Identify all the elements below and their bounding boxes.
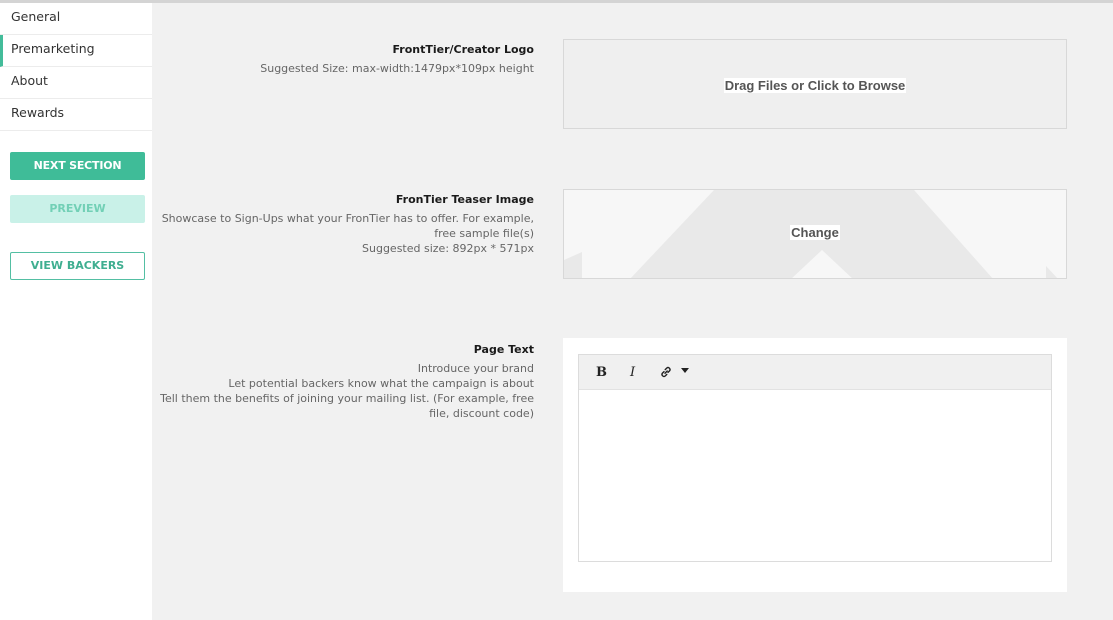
top-border [0, 0, 1113, 3]
logo-dropzone[interactable]: Drag Files or Click to Browse [563, 39, 1067, 129]
italic-button[interactable]: I [630, 355, 635, 390]
page-text-label-block: Page Text Introduce your brand Let poten… [160, 342, 534, 421]
next-section-button[interactable]: NEXT SECTION [10, 152, 145, 180]
teaser-title: FronTier Teaser Image [395, 193, 534, 206]
page-text-description-line: file, discount code) [429, 407, 534, 420]
editor-content-area[interactable] [579, 390, 1051, 561]
page-text-description-line: Tell them the benefits of joining your m… [160, 392, 534, 405]
dropzone-text: Drag Files or Click to Browse [723, 78, 907, 93]
link-icon[interactable] [659, 365, 673, 380]
page-text-description-line: Let potential backers know what the camp… [228, 377, 534, 390]
rich-text-editor: B I [578, 354, 1052, 562]
page-text-title: Page Text [473, 343, 534, 356]
sidebar-item-general[interactable]: General [0, 3, 152, 35]
logo-hint: Suggested Size: max-width:1479px*109px h… [260, 62, 534, 75]
sidebar: General Premarketing About Rewards NEXT … [0, 3, 152, 620]
logo-label-block: FrontTier/Creator Logo Suggested Size: m… [260, 42, 534, 76]
teaser-description-line: Showcase to Sign-Ups what your FronTier … [161, 212, 534, 225]
bold-button[interactable]: B [596, 355, 607, 390]
sidebar-item-about[interactable]: About [0, 67, 152, 99]
sidebar-item-label: About [11, 73, 48, 88]
logo-title: FrontTier/Creator Logo [392, 43, 534, 56]
change-image-button[interactable]: Change [790, 225, 840, 240]
teaser-description-line: free sample file(s) [434, 227, 534, 240]
teaser-label-block: FronTier Teaser Image Showcase to Sign-U… [162, 192, 534, 256]
teaser-image-dropzone[interactable]: Change [563, 189, 1067, 279]
teaser-description-line: Suggested size: 892px * 571px [362, 242, 534, 255]
sidebar-item-label: General [11, 9, 61, 24]
view-backers-button[interactable]: VIEW BACKERS [10, 252, 145, 280]
sidebar-item-premarketing[interactable]: Premarketing [0, 35, 152, 67]
preview-button[interactable]: PREVIEW [10, 195, 145, 223]
editor-toolbar: B I [579, 355, 1051, 390]
sidebar-item-rewards[interactable]: Rewards [0, 99, 152, 131]
sidebar-item-label: Rewards [11, 105, 65, 120]
sidebar-item-label: Premarketing [11, 41, 95, 56]
page-text-panel: B I [563, 338, 1067, 592]
page-text-description-line: Introduce your brand [417, 362, 534, 375]
link-dropdown-chevron-down-icon[interactable] [681, 368, 689, 373]
